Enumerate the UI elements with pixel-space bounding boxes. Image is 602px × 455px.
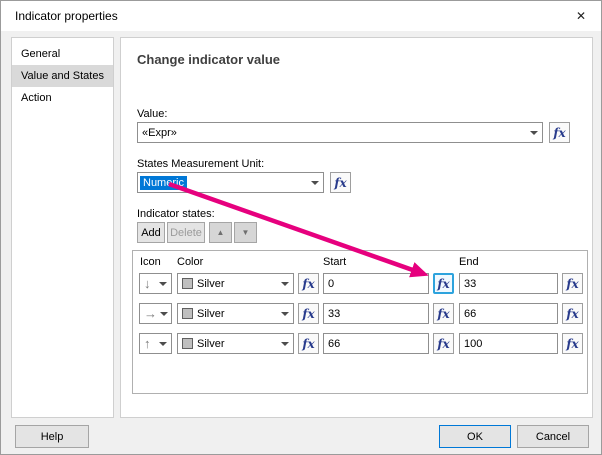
table-row: → Silver fx fx fx: [133, 303, 587, 324]
chevron-down-icon: [277, 304, 293, 323]
down-arrow-icon: ↓: [144, 276, 151, 291]
icon-dropdown[interactable]: ↑: [139, 333, 172, 354]
chevron-down-icon: [155, 274, 171, 293]
start-value-input[interactable]: [323, 333, 429, 354]
start-fx-button[interactable]: fx: [433, 273, 454, 294]
delete-state-button[interactable]: Delete: [167, 222, 205, 243]
unit-combobox[interactable]: Numeric: [137, 172, 324, 193]
table-row: ↓ Silver fx fx fx: [133, 273, 587, 294]
move-down-icon[interactable]: ▼: [234, 222, 257, 243]
start-fx-button[interactable]: fx: [433, 333, 454, 354]
column-header-end: End: [459, 256, 479, 268]
color-name: Silver: [197, 307, 225, 320]
value-combobox-text: «Expr»: [142, 126, 177, 139]
start-value-input[interactable]: [323, 303, 429, 324]
add-state-button[interactable]: Add: [137, 222, 165, 243]
main-panel: Change indicator value Value: «Expr» fx …: [120, 37, 593, 418]
color-dropdown[interactable]: Silver: [177, 273, 294, 294]
unit-expression-fx-button[interactable]: fx: [330, 172, 351, 193]
end-value-input[interactable]: [459, 333, 558, 354]
indicator-states-label: Indicator states:: [137, 208, 215, 220]
value-combobox[interactable]: «Expr»: [137, 122, 543, 143]
column-header-icon: Icon: [140, 256, 161, 268]
right-arrow-icon: →: [144, 306, 157, 321]
start-fx-button[interactable]: fx: [433, 303, 454, 324]
indicator-states-table: Icon Color Start End ↓ Silver fx fx: [132, 250, 588, 394]
ok-button[interactable]: OK: [439, 425, 511, 448]
chevron-down-icon: [277, 334, 293, 353]
sidebar-item-general[interactable]: General: [12, 43, 113, 65]
unit-combobox-selected-text: Numeric: [140, 175, 187, 190]
end-value-input[interactable]: [459, 303, 558, 324]
chevron-down-icon: [307, 173, 323, 192]
sidebar-item-value-and-states[interactable]: Value and States: [12, 65, 113, 87]
color-fx-button[interactable]: fx: [298, 333, 319, 354]
value-expression-fx-button[interactable]: fx: [549, 122, 570, 143]
help-button[interactable]: Help: [15, 425, 89, 448]
chevron-down-icon: [277, 274, 293, 293]
column-header-color: Color: [177, 256, 204, 268]
end-fx-button[interactable]: fx: [562, 273, 583, 294]
up-arrow-icon: ↑: [144, 336, 151, 351]
color-fx-button[interactable]: fx: [298, 303, 319, 324]
chevron-down-icon: [526, 123, 542, 142]
move-up-icon[interactable]: ▲: [209, 222, 232, 243]
color-dropdown[interactable]: Silver: [177, 303, 294, 324]
icon-dropdown[interactable]: ↓: [139, 273, 172, 294]
color-name: Silver: [197, 337, 225, 350]
icon-dropdown[interactable]: →: [139, 303, 172, 324]
column-header-start: Start: [323, 256, 347, 268]
close-icon[interactable]: ✕: [571, 7, 591, 25]
chevron-down-icon: [157, 304, 171, 323]
color-swatch-silver: [182, 278, 193, 289]
cancel-button[interactable]: Cancel: [517, 425, 589, 448]
sidebar-item-action[interactable]: Action: [12, 87, 113, 109]
color-name: Silver: [197, 277, 225, 290]
sidebar: General Value and States Action: [11, 37, 114, 418]
unit-label: States Measurement Unit:: [137, 158, 265, 170]
value-label: Value:: [137, 108, 168, 120]
color-dropdown[interactable]: Silver: [177, 333, 294, 354]
titlebar: Indicator properties ✕: [1, 1, 601, 31]
color-swatch-silver: [182, 308, 193, 319]
end-fx-button[interactable]: fx: [562, 333, 583, 354]
end-fx-button[interactable]: fx: [562, 303, 583, 324]
table-row: ↑ Silver fx fx fx: [133, 333, 587, 354]
color-fx-button[interactable]: fx: [298, 273, 319, 294]
end-value-input[interactable]: [459, 273, 558, 294]
color-swatch-silver: [182, 338, 193, 349]
page-title: Change indicator value: [137, 52, 281, 67]
chevron-down-icon: [155, 334, 171, 353]
indicator-properties-dialog: Indicator properties ✕ General Value and…: [0, 0, 602, 455]
dialog-title: Indicator properties: [15, 9, 118, 23]
start-value-input[interactable]: [323, 273, 429, 294]
